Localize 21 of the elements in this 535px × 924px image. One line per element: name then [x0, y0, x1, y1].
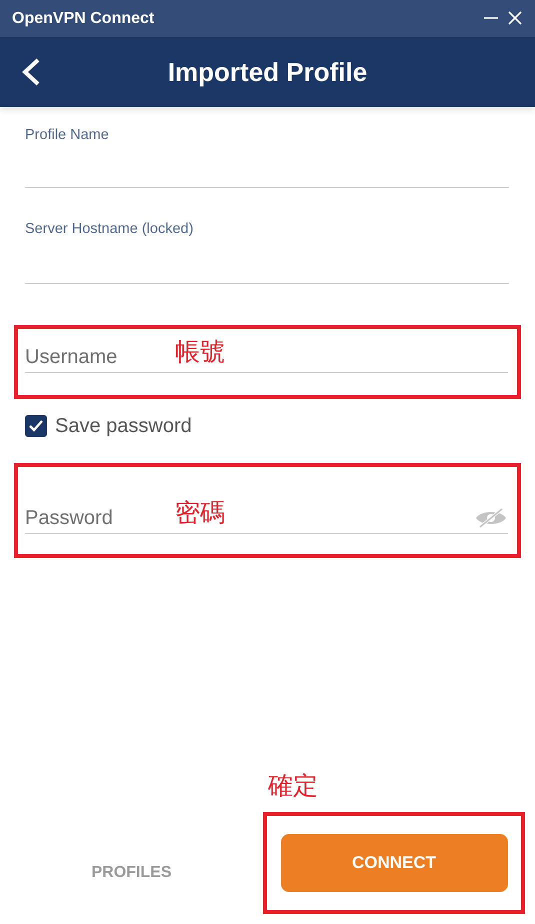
back-icon	[20, 57, 42, 87]
text-field[interactable]: Profile Name	[25, 123, 509, 188]
checkbox-label: Save password	[55, 414, 192, 439]
annotation-text: 密碼	[175, 501, 225, 526]
connect-button[interactable]: CONNECT	[280, 834, 508, 892]
close-icon	[507, 10, 523, 26]
checkbox[interactable]	[25, 415, 47, 437]
back-button[interactable]	[20, 57, 42, 87]
field-label: Server Hostname (locked)	[25, 220, 194, 239]
annotation-text: 帳號	[175, 340, 225, 365]
minimize-icon	[483, 17, 499, 20]
text-input[interactable]: Username	[25, 342, 160, 372]
text-field[interactable]: Server Hostname (locked)	[25, 219, 509, 284]
profiles-button[interactable]: PROFILES	[85, 860, 178, 886]
text-input[interactable]: Password	[25, 503, 160, 533]
field-label: Profile Name	[25, 126, 110, 145]
annotation-text: 確定	[268, 774, 318, 799]
page-title: Imported Profile	[168, 56, 368, 88]
window-title: OpenVPN Connect	[12, 8, 154, 28]
username-field[interactable]: Username 帳號	[25, 342, 508, 373]
checkmark-icon	[28, 419, 44, 433]
